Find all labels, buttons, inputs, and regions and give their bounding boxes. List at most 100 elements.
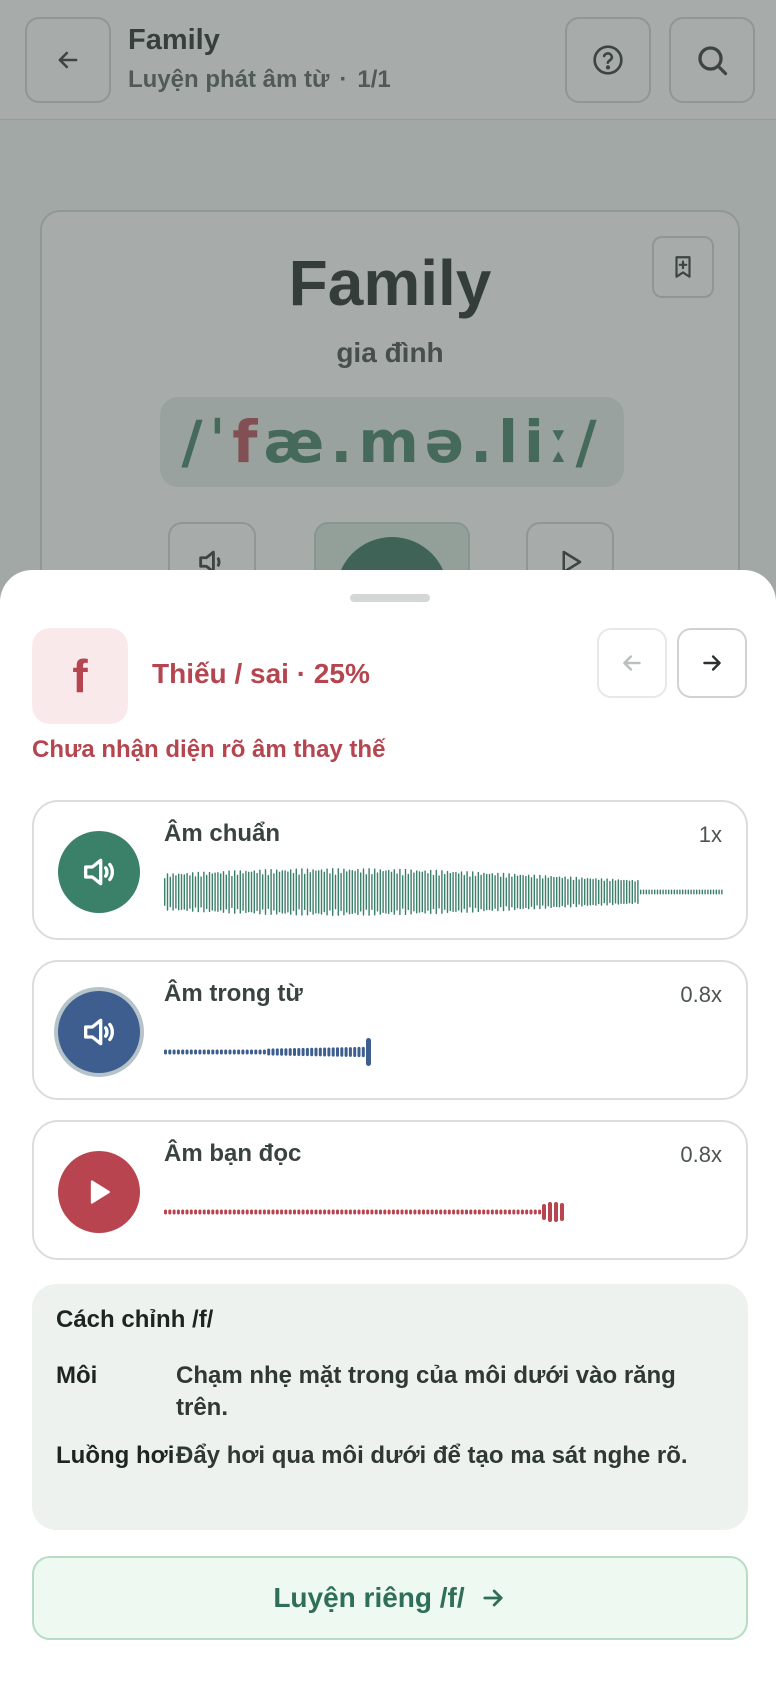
waveform-bar bbox=[383, 1209, 387, 1215]
waveform-bar bbox=[348, 1047, 352, 1057]
waveform-bar bbox=[254, 1209, 258, 1215]
waveform-bar bbox=[340, 872, 342, 912]
waveform-user[interactable] bbox=[164, 1184, 724, 1240]
waveform-bar bbox=[505, 877, 507, 907]
waveform-bar bbox=[202, 1049, 206, 1055]
audio-card-standard[interactable]: Âm chuẩn 1x bbox=[32, 800, 748, 940]
sheet-handle[interactable] bbox=[350, 594, 430, 602]
waveform-bar bbox=[460, 1209, 464, 1215]
waveform-bar bbox=[362, 868, 365, 916]
waveform-bar bbox=[469, 876, 471, 908]
waveform-bar bbox=[166, 873, 169, 911]
waveform-bar bbox=[290, 869, 292, 915]
waveform-bar bbox=[357, 1209, 361, 1215]
waveform-bar bbox=[529, 1209, 533, 1215]
waveform-bar bbox=[698, 889, 701, 895]
waveform-bar bbox=[329, 873, 331, 911]
previous-phoneme-button[interactable] bbox=[597, 628, 667, 698]
phoneme-status: Thiếu / sai · 25% bbox=[152, 658, 370, 689]
waveform-bar bbox=[219, 1049, 223, 1055]
waveform-bar bbox=[276, 869, 278, 915]
waveform-bar bbox=[396, 873, 398, 911]
waveform-bar bbox=[482, 1209, 486, 1215]
waveform-bar bbox=[183, 874, 185, 910]
waveform-bar bbox=[334, 874, 337, 910]
waveform-bar bbox=[297, 1209, 301, 1215]
tip-value: Đẩy hơi qua môi dưới để tạo ma sát nghe … bbox=[176, 1442, 688, 1469]
waveform-bar bbox=[327, 1209, 331, 1215]
waveform-bar bbox=[232, 1049, 236, 1055]
waveform-bar bbox=[211, 873, 213, 911]
waveform-bar bbox=[500, 876, 502, 908]
waveform-bar bbox=[558, 876, 561, 908]
audio-label: Âm bạn đọc bbox=[164, 1140, 302, 1167]
audio-card-user[interactable]: Âm bạn đọc 0.8x bbox=[32, 1120, 748, 1260]
standard-audio-button[interactable] bbox=[58, 831, 140, 913]
waveform-bar bbox=[662, 889, 664, 895]
audio-speed[interactable]: 0.8x bbox=[680, 982, 722, 1008]
waveform-bar bbox=[280, 1048, 284, 1056]
waveform-bar bbox=[180, 874, 183, 910]
waveform-bar bbox=[422, 1209, 425, 1215]
tips-title: Cách chỉnh /f/ bbox=[56, 1306, 214, 1333]
waveform-bar bbox=[390, 871, 393, 913]
waveform-bar bbox=[682, 889, 684, 895]
waveform-bar bbox=[472, 871, 474, 913]
audio-card-in-word[interactable]: Âm trong từ 0.8x bbox=[32, 960, 748, 1100]
waveform-bar bbox=[374, 868, 376, 916]
waveform-bar bbox=[318, 1047, 322, 1057]
waveform-bar bbox=[181, 1049, 185, 1055]
waveform-bar bbox=[312, 869, 314, 915]
waveform-bar bbox=[458, 873, 460, 911]
waveform-bar bbox=[379, 869, 381, 915]
waveform-bar bbox=[228, 870, 230, 914]
next-phoneme-button[interactable] bbox=[677, 628, 747, 698]
waveform-bar bbox=[508, 873, 510, 911]
audio-speed[interactable]: 1x bbox=[699, 822, 722, 848]
waveform-bar bbox=[432, 874, 435, 910]
waveform-bar bbox=[314, 1209, 318, 1215]
practice-phoneme-button[interactable]: Luyện riêng /f/ bbox=[32, 1556, 748, 1640]
waveform-bar bbox=[418, 871, 421, 913]
waveform-bar bbox=[224, 1049, 228, 1055]
waveform-bar bbox=[284, 1209, 288, 1215]
waveform-bar bbox=[452, 1209, 456, 1215]
waveform-bar bbox=[256, 872, 258, 912]
waveform-bar bbox=[278, 871, 281, 913]
waveform-bar bbox=[164, 1209, 167, 1215]
waveform-bar bbox=[525, 1209, 529, 1215]
waveform-bar bbox=[245, 1209, 249, 1215]
waveform-standard[interactable] bbox=[164, 864, 724, 920]
waveform-bar bbox=[536, 878, 538, 906]
waveform-bar bbox=[336, 1047, 339, 1057]
waveform-bar bbox=[668, 889, 670, 895]
waveform-bar bbox=[336, 1209, 339, 1215]
waveform-bar bbox=[217, 872, 219, 912]
waveform-bar bbox=[712, 889, 715, 895]
waveform-bar bbox=[172, 873, 174, 911]
waveform-bar bbox=[360, 872, 362, 912]
speaker-icon bbox=[84, 858, 114, 886]
waveform-bar bbox=[337, 868, 339, 916]
waveform-bar bbox=[396, 1209, 400, 1215]
waveform-bar bbox=[224, 1209, 228, 1215]
waveform-bar bbox=[542, 878, 544, 906]
waveform-bar bbox=[385, 870, 387, 914]
waveform-bar bbox=[598, 879, 600, 905]
waveform-bar bbox=[435, 869, 437, 915]
waveform-bar bbox=[288, 1048, 292, 1056]
user-audio-play-button[interactable] bbox=[58, 1151, 140, 1233]
waveform-bar bbox=[164, 1049, 167, 1055]
waveform-bar bbox=[434, 1209, 438, 1215]
waveform-in-word[interactable] bbox=[164, 1024, 724, 1080]
waveform-bar bbox=[361, 1209, 365, 1215]
waveform-bar bbox=[351, 869, 353, 915]
waveform-bar bbox=[584, 878, 586, 906]
waveform-bar bbox=[443, 1209, 447, 1215]
waveform-bar bbox=[444, 874, 446, 910]
waveform-bar bbox=[241, 1209, 245, 1215]
in-word-audio-button[interactable] bbox=[58, 991, 140, 1073]
waveform-bar bbox=[673, 889, 675, 895]
arrow-right-icon bbox=[483, 1589, 503, 1607]
audio-speed[interactable]: 0.8x bbox=[680, 1142, 722, 1168]
